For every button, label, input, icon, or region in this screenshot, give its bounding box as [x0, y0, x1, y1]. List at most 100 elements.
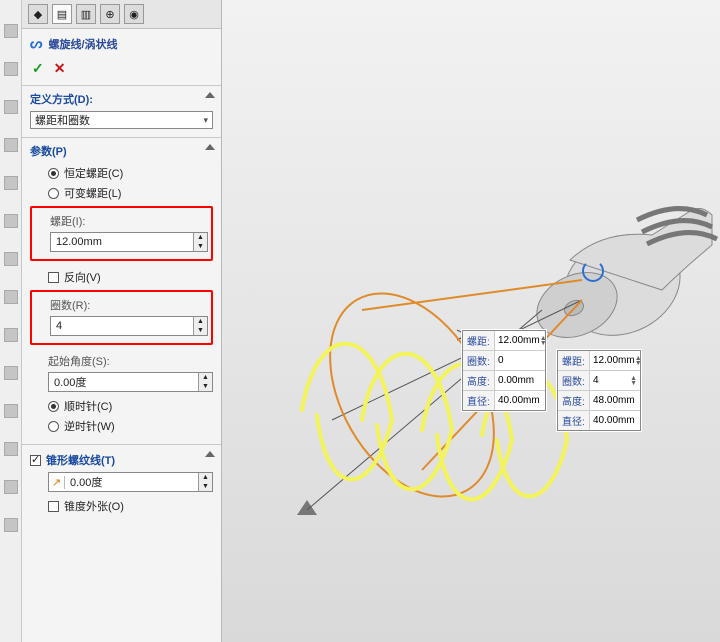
radio-constant-label: 恒定螺距(C)	[64, 165, 123, 181]
panel-tabs: ◆ ▤ ▥ ⊕ ◉	[22, 0, 221, 29]
c2-k1: 圈数:	[558, 371, 590, 390]
ltool-icon[interactable]	[4, 62, 18, 76]
ltool-icon[interactable]	[4, 366, 18, 380]
property-panel: ◆ ▤ ▥ ⊕ ◉ ᔕ 螺旋线/涡状线 ✓ ✕ 定义方式(D): 螺距和圈数 参…	[22, 0, 222, 642]
reverse-label: 反向(V)	[64, 269, 101, 285]
ok-button[interactable]: ✓	[32, 60, 44, 77]
spinner-icon[interactable]: ▲▼	[540, 336, 547, 346]
c1-v2: 0.00mm	[498, 375, 534, 386]
method-dropdown[interactable]: 螺距和圈数	[30, 111, 213, 129]
c2-v1: 4	[593, 375, 599, 386]
section-method: 定义方式(D): 螺距和圈数	[22, 85, 221, 137]
ltool-icon[interactable]	[4, 176, 18, 190]
ltool-icon[interactable]	[4, 24, 18, 38]
pitch-input[interactable]: 12.00mm ▲▼	[50, 232, 208, 252]
ltool-icon[interactable]	[4, 138, 18, 152]
ltool-icon[interactable]	[4, 518, 18, 532]
c1-v1: 0	[498, 355, 504, 366]
outward-label: 锥度外张(O)	[64, 498, 124, 514]
ltool-icon[interactable]	[4, 404, 18, 418]
check-outward[interactable]: 锥度外张(O)	[30, 496, 213, 516]
callout-end[interactable]: 螺距:12.00mm▲▼ 圈数:4▲▼ 高度:48.00mm 直径:40.00m…	[557, 350, 641, 431]
panel-title: 螺旋线/涡状线	[48, 36, 117, 52]
radio-dot-icon	[48, 188, 59, 199]
spinner-icon[interactable]: ▲▼	[635, 356, 642, 366]
left-tool-strip	[0, 0, 22, 642]
taper-label: 锥形螺纹线(T)	[46, 452, 115, 468]
ltool-icon[interactable]	[4, 480, 18, 494]
socket-body	[526, 208, 717, 354]
tab-appearance-icon[interactable]: ◉	[124, 4, 144, 24]
startangle-input[interactable]: 0.00度 ▲▼	[48, 372, 213, 392]
check-reverse[interactable]: 反向(V)	[30, 267, 213, 287]
highlight-pitch: 螺距(I): 12.00mm ▲▼	[30, 206, 213, 261]
c2-k0: 螺距:	[558, 351, 590, 370]
rotate-view-icon[interactable]	[582, 260, 604, 282]
spinner-icon[interactable]: ▲▼	[198, 473, 212, 491]
radio-ccw[interactable]: 逆时针(W)	[30, 416, 213, 436]
spinner-icon[interactable]: ▲▼	[193, 233, 207, 251]
c2-v3: 40.00mm	[593, 415, 635, 426]
panel-header: ᔕ 螺旋线/涡状线	[22, 29, 221, 58]
checkbox-icon	[30, 455, 41, 466]
graphics-viewport[interactable]: 螺距:12.00mm▲▼ 圈数:0 高度:0.00mm 直径:40.00mm 螺…	[222, 0, 720, 642]
c1-k1: 圈数:	[463, 351, 495, 370]
callout-start[interactable]: 螺距:12.00mm▲▼ 圈数:0 高度:0.00mm 直径:40.00mm	[462, 330, 546, 411]
ltool-icon[interactable]	[4, 100, 18, 114]
collapse-icon[interactable]	[205, 451, 215, 457]
spinner-icon[interactable]: ▲▼	[630, 376, 637, 386]
c2-k3: 直径:	[558, 411, 590, 430]
tab-feature-icon[interactable]: ◆	[28, 4, 48, 24]
c2-v0: 12.00mm	[593, 355, 635, 366]
pitch-label: 螺距(I):	[35, 211, 208, 230]
turns-value: 4	[51, 320, 193, 332]
radio-dot-icon	[48, 168, 59, 179]
spinner-icon[interactable]: ▲▼	[193, 317, 207, 335]
method-label: 定义方式(D):	[30, 91, 213, 107]
checkbox-icon	[48, 272, 59, 283]
c1-k0: 螺距:	[463, 331, 495, 350]
turns-input[interactable]: 4 ▲▼	[50, 316, 208, 336]
turns-label: 圈数(R):	[35, 295, 208, 314]
ltool-icon[interactable]	[4, 252, 18, 266]
tab-property-icon[interactable]: ▤	[52, 4, 72, 24]
section-params: 参数(P) 恒定螺距(C) 可变螺距(L) 螺距(I): 12.00mm ▲▼ …	[22, 137, 221, 444]
check-taper[interactable]: 锥形螺纹线(T)	[30, 450, 213, 470]
collapse-icon[interactable]	[205, 92, 215, 98]
cancel-button[interactable]: ✕	[54, 60, 66, 77]
startangle-label: 起始角度(S):	[30, 351, 213, 370]
radio-dot-icon	[48, 421, 59, 432]
spinner-icon[interactable]: ▲▼	[198, 373, 212, 391]
taper-angle-input[interactable]: ↗ 0.00度 ▲▼	[48, 472, 213, 492]
angle-icon: ↗	[49, 476, 65, 489]
c2-v2: 48.00mm	[593, 395, 635, 406]
tab-display-icon[interactable]: ⊕	[100, 4, 120, 24]
ccw-label: 逆时针(W)	[64, 418, 115, 434]
c1-v0: 12.00mm	[498, 335, 540, 346]
radio-constant-pitch[interactable]: 恒定螺距(C)	[30, 163, 213, 183]
collapse-icon[interactable]	[205, 144, 215, 150]
section-taper: 锥形螺纹线(T) ↗ 0.00度 ▲▼ 锥度外张(O)	[22, 444, 221, 524]
confirm-row: ✓ ✕	[22, 58, 221, 85]
radio-dot-icon	[48, 401, 59, 412]
radio-cw[interactable]: 顺时针(C)	[30, 396, 213, 416]
ltool-icon[interactable]	[4, 290, 18, 304]
viewport-svg	[222, 0, 720, 642]
highlight-turns: 圈数(R): 4 ▲▼	[30, 290, 213, 345]
c2-k2: 高度:	[558, 391, 590, 410]
taper-angle-value: 0.00度	[65, 474, 198, 490]
c1-k2: 高度:	[463, 371, 495, 390]
ltool-icon[interactable]	[4, 214, 18, 228]
tab-config-icon[interactable]: ▥	[76, 4, 96, 24]
radio-variable-pitch[interactable]: 可变螺距(L)	[30, 183, 213, 203]
startangle-value: 0.00度	[49, 374, 198, 390]
method-value: 螺距和圈数	[35, 112, 90, 128]
ltool-icon[interactable]	[4, 328, 18, 342]
radio-variable-label: 可变螺距(L)	[64, 185, 121, 201]
params-label: 参数(P)	[30, 143, 213, 159]
ltool-icon[interactable]	[4, 442, 18, 456]
helix-icon: ᔕ	[30, 35, 42, 52]
pitch-value: 12.00mm	[51, 236, 193, 248]
cw-label: 顺时针(C)	[64, 398, 112, 414]
c1-v3: 40.00mm	[498, 395, 540, 406]
